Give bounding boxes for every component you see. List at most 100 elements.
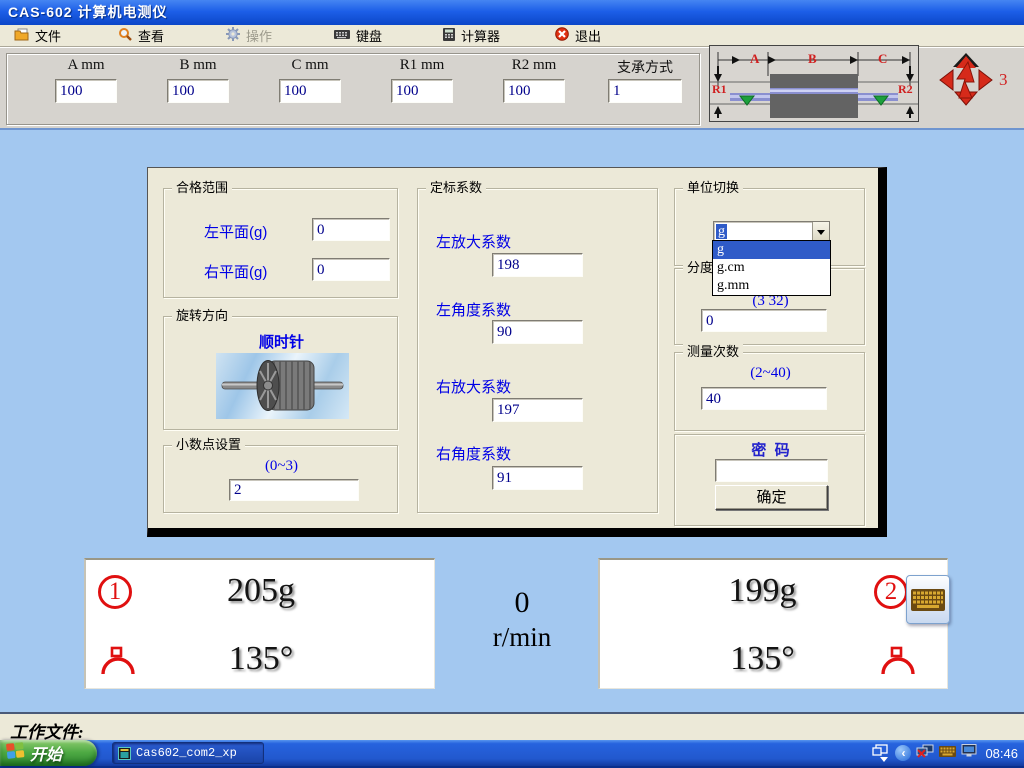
- keyboard-layout-tray-icon[interactable]: [939, 744, 956, 762]
- menu-item-label: 操作: [246, 26, 272, 45]
- left-gain-label: 左放大系数: [436, 231, 511, 252]
- rotation-direction-value: 顺时针: [164, 331, 399, 352]
- menu-item-label: 查看: [138, 26, 164, 45]
- qualified-range-group: 合格范围 左平面(g) 右平面(g): [163, 188, 398, 298]
- password-label: 密 码: [675, 439, 866, 460]
- field-label-r1: R1 mm: [382, 57, 462, 74]
- rotor-image: [216, 353, 349, 419]
- plane-1-badge: 1: [98, 575, 132, 609]
- unit-switch-title: 单位切换: [683, 180, 743, 195]
- left-amount-value: 205g: [176, 572, 346, 610]
- confirm-button[interactable]: 确定: [715, 485, 828, 510]
- field-label-c: C mm: [270, 57, 350, 74]
- system-tray: ‹ 08:46: [895, 740, 1024, 766]
- speed-readout: 0 r/min: [462, 585, 582, 653]
- menu-item-calculator[interactable]: 计算器: [437, 25, 506, 46]
- rotor-geometry-diagram: A B C R1 R2: [709, 45, 919, 122]
- menu-item-file[interactable]: 文件: [8, 25, 67, 46]
- rotation-direction-title: 旋转方向: [172, 308, 232, 323]
- right-plane-input[interactable]: [312, 258, 390, 281]
- diagram-label-r2: R2: [898, 82, 913, 96]
- language-bar-minimized[interactable]: [872, 743, 896, 765]
- angle-indicator-icon: [100, 644, 136, 681]
- decimal-range-hint: (0~3): [164, 458, 399, 475]
- status-bar: 工作文件:: [0, 712, 1024, 740]
- right-amount-value: 199g: [660, 572, 865, 610]
- b-input[interactable]: [167, 79, 229, 103]
- unit-option-gcm[interactable]: g.cm: [713, 259, 830, 277]
- decimal-point-group: 小数点设置 (0~3): [163, 445, 398, 513]
- rotor-graphic: [216, 353, 349, 419]
- c-input[interactable]: [279, 79, 341, 103]
- taskbar: 开始 Cas602_com2_xp ‹ 08:46: [0, 740, 1024, 768]
- field-label-b: B mm: [158, 57, 238, 74]
- tray-collapse-button[interactable]: ‹: [895, 745, 911, 761]
- field-label-a: A mm: [46, 57, 126, 74]
- a-input[interactable]: [55, 79, 117, 103]
- left-angle-input[interactable]: [492, 320, 583, 344]
- decimal-point-input[interactable]: [229, 479, 359, 501]
- menu-item-label: 退出: [575, 26, 601, 45]
- r2-input[interactable]: [503, 79, 565, 103]
- file-icon: [14, 28, 29, 44]
- measure-range-hint: (2~40): [675, 365, 866, 382]
- calibration-title: 定标系数: [426, 180, 486, 195]
- field-label-support: 支承方式: [600, 57, 690, 77]
- diagram-label-c: C: [878, 51, 887, 66]
- search-icon: [118, 27, 132, 44]
- field-label-r2: R2 mm: [494, 57, 574, 74]
- r1-input[interactable]: [391, 79, 453, 103]
- taskbar-clock: 08:46: [982, 746, 1018, 761]
- support-mode-input[interactable]: [608, 79, 682, 103]
- right-plane-display: 199g 2 135°: [598, 558, 948, 689]
- angle-indicator-icon: [880, 644, 916, 681]
- settings-panel: 合格范围 左平面(g) 右平面(g) 旋转方向 顺时针: [147, 167, 887, 537]
- chevron-down-icon: [880, 757, 888, 762]
- rotation-direction-group: 旋转方向 顺时针: [163, 316, 398, 430]
- diagram-label-b: B: [808, 51, 817, 66]
- password-input[interactable]: [715, 459, 828, 482]
- right-gain-label: 右放大系数: [436, 376, 511, 397]
- network-disconnected-icon[interactable]: [916, 744, 934, 763]
- speed-value: 0: [462, 585, 582, 621]
- windows-logo-icon: [5, 741, 26, 765]
- menu-item-operate[interactable]: 操作: [220, 25, 278, 46]
- window-titlebar[interactable]: CAS-602 计算机电测仪: [0, 0, 1024, 25]
- right-angle-input[interactable]: [492, 466, 583, 490]
- left-plane-label: 左平面(g): [204, 221, 267, 242]
- unit-option-g[interactable]: g: [713, 241, 830, 259]
- unit-option-gmm[interactable]: g.mm: [713, 277, 830, 295]
- right-gain-input[interactable]: [492, 398, 583, 422]
- start-button[interactable]: 开始: [0, 740, 97, 766]
- menu-bar: 文件 查看 操作 键盘 计算器 退出: [0, 25, 1024, 47]
- start-button-label: 开始: [30, 741, 62, 765]
- speed-unit: r/min: [462, 621, 582, 653]
- right-plane-label: 右平面(g): [204, 261, 267, 282]
- move-arrows-icon[interactable]: [938, 53, 994, 107]
- combobox-dropdown-button[interactable]: [812, 222, 829, 242]
- division-input[interactable]: [701, 309, 827, 332]
- keyboard-icon: [911, 589, 945, 611]
- calibration-group: 定标系数 左放大系数 左角度系数 右放大系数 右角度系数: [417, 188, 658, 513]
- left-gain-input[interactable]: [492, 253, 583, 277]
- measure-count-input[interactable]: [701, 387, 827, 410]
- calculator-icon: [443, 28, 455, 44]
- exit-icon: [555, 27, 569, 44]
- password-group: 密 码 确定: [674, 434, 865, 526]
- measure-count-title: 测量次数: [683, 344, 743, 359]
- gear-icon: [226, 27, 240, 44]
- display-settings-tray-icon[interactable]: [961, 744, 977, 762]
- menu-item-keyboard[interactable]: 键盘: [328, 25, 388, 46]
- chevron-down-icon: [817, 230, 825, 235]
- left-plane-input[interactable]: [312, 218, 390, 241]
- onscreen-keyboard-button[interactable]: [906, 575, 950, 624]
- menu-item-label: 键盘: [356, 26, 382, 45]
- support-mode-indicator: 3: [999, 70, 1008, 90]
- measure-count-group: 测量次数 (2~40): [674, 352, 865, 431]
- right-angle-label: 右角度系数: [436, 443, 511, 464]
- taskbar-task-button[interactable]: Cas602_com2_xp: [112, 742, 264, 764]
- diagram-label-a: A: [750, 51, 760, 66]
- menu-item-exit[interactable]: 退出: [549, 25, 607, 46]
- qualified-range-title: 合格范围: [172, 180, 232, 195]
- menu-item-view[interactable]: 查看: [112, 25, 170, 46]
